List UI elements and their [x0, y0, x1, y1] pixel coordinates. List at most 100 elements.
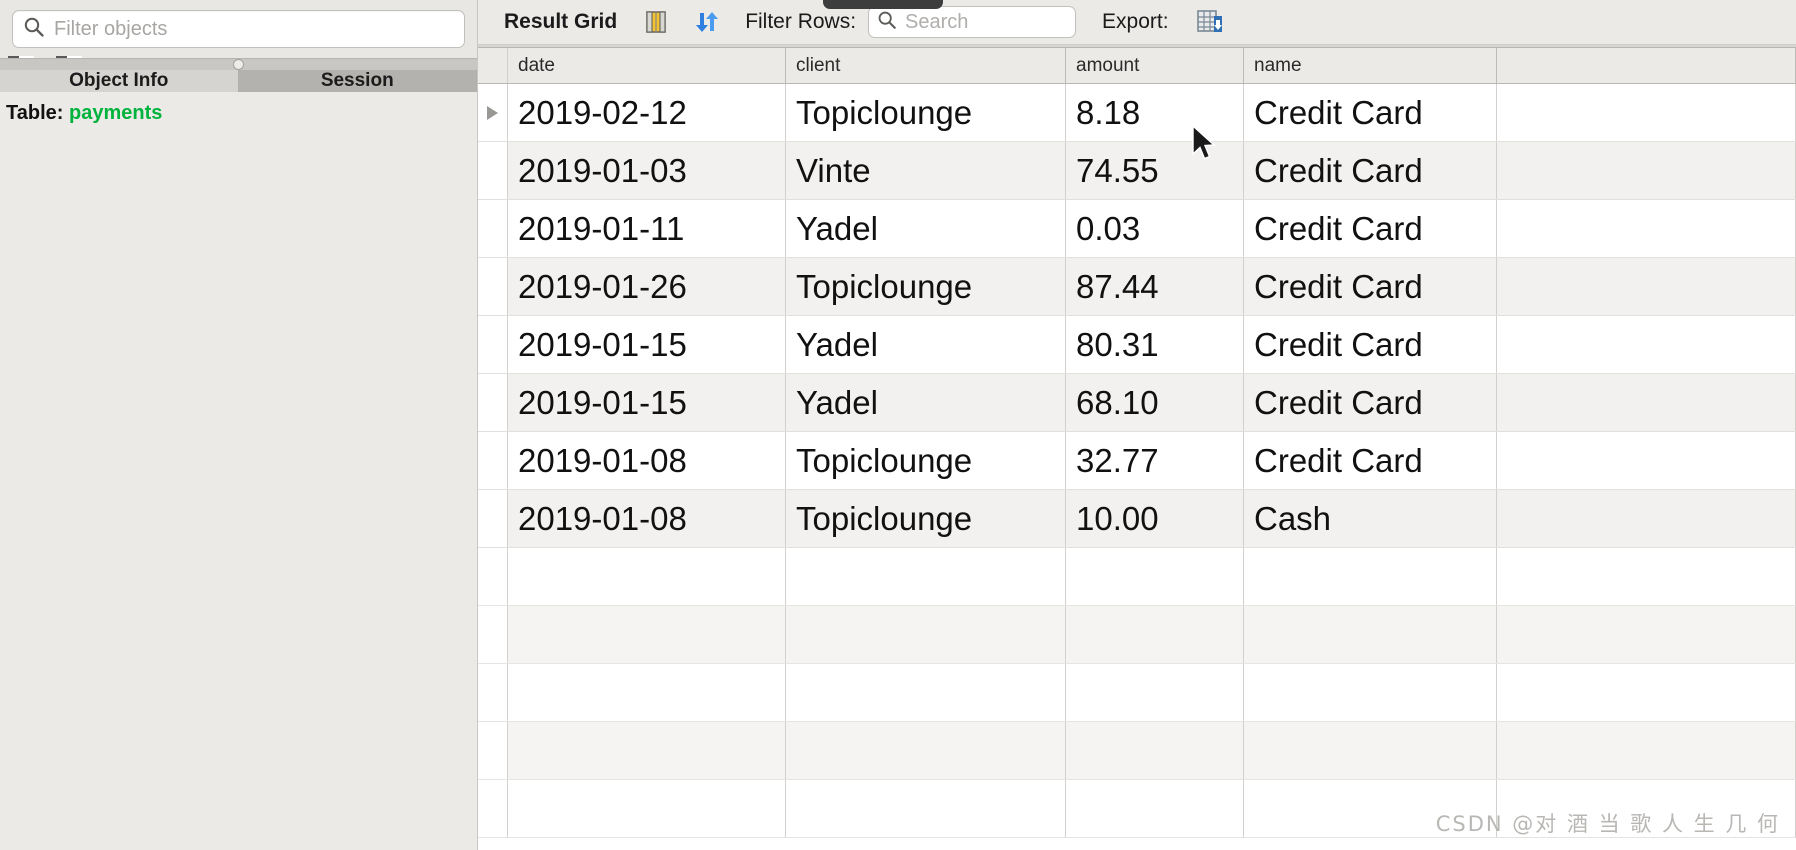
table-cell-name[interactable]: Credit Card: [1244, 84, 1497, 141]
table-cell-client[interactable]: Vinte: [786, 142, 1066, 199]
table-cell-name[interactable]: Credit Card: [1244, 316, 1497, 373]
empty-table-row[interactable]: [478, 664, 1796, 722]
sidebar-splitter[interactable]: [0, 58, 477, 70]
empty-table-cell-client[interactable]: [786, 606, 1066, 663]
table-cell-client[interactable]: Topiclounge: [786, 258, 1066, 315]
empty-table-cell-amount[interactable]: [1066, 722, 1244, 779]
row-gutter[interactable]: [478, 490, 508, 547]
empty-table-cell-client[interactable]: [786, 722, 1066, 779]
empty-table-cell-extra[interactable]: [1497, 548, 1796, 605]
empty-table-cell-amount[interactable]: [1066, 606, 1244, 663]
row-gutter[interactable]: [478, 258, 508, 315]
table-cell-client[interactable]: Topiclounge: [786, 84, 1066, 141]
grid-column-header-name[interactable]: name: [1244, 48, 1497, 83]
empty-table-cell-client[interactable]: [786, 664, 1066, 721]
table-cell-client[interactable]: Topiclounge: [786, 432, 1066, 489]
empty-table-cell-extra[interactable]: [1497, 606, 1796, 663]
table-cell-amount[interactable]: 80.31: [1066, 316, 1244, 373]
empty-table-cell-date[interactable]: [508, 606, 786, 663]
table-cell-client[interactable]: Yadel: [786, 200, 1066, 257]
row-gutter[interactable]: [478, 780, 508, 837]
table-cell-extra[interactable]: [1497, 374, 1796, 431]
refresh-icon[interactable]: [693, 9, 721, 35]
table-row[interactable]: 2019-01-11 Yadel 0.03 Credit Card: [478, 200, 1796, 258]
table-cell-amount[interactable]: 0.03: [1066, 200, 1244, 257]
table-cell-date[interactable]: 2019-01-08: [508, 432, 786, 489]
table-row[interactable]: 2019-02-12 Topiclounge 8.18 Credit Card: [478, 84, 1796, 142]
empty-table-cell-name[interactable]: [1244, 548, 1497, 605]
table-cell-amount[interactable]: 8.18: [1066, 84, 1244, 141]
table-cell-name[interactable]: Credit Card: [1244, 432, 1497, 489]
table-cell-client[interactable]: Yadel: [786, 316, 1066, 373]
row-gutter[interactable]: [478, 606, 508, 663]
export-save-icon[interactable]: [1195, 8, 1225, 36]
table-cell-extra[interactable]: [1497, 316, 1796, 373]
row-gutter[interactable]: [478, 374, 508, 431]
empty-table-cell-amount[interactable]: [1066, 548, 1244, 605]
grid-column-header-date[interactable]: date: [508, 48, 786, 83]
result-grid[interactable]: date client amount name 2019-02-12 Topicloun…: [478, 45, 1796, 850]
table-cell-name[interactable]: Credit Card: [1244, 374, 1497, 431]
table-cell-date[interactable]: 2019-01-26: [508, 258, 786, 315]
table-cell-extra[interactable]: [1497, 84, 1796, 141]
grid-column-header-client[interactable]: client: [786, 48, 1066, 83]
empty-table-cell-extra[interactable]: [1497, 664, 1796, 721]
row-gutter[interactable]: [478, 84, 508, 141]
empty-table-cell-extra[interactable]: [1497, 722, 1796, 779]
table-cell-date[interactable]: 2019-01-08: [508, 490, 786, 547]
table-cell-extra[interactable]: [1497, 258, 1796, 315]
empty-table-cell-name[interactable]: [1244, 722, 1497, 779]
empty-table-row[interactable]: [478, 548, 1796, 606]
empty-table-row[interactable]: [478, 606, 1796, 664]
table-cell-date[interactable]: 2019-01-03: [508, 142, 786, 199]
table-cell-amount[interactable]: 87.44: [1066, 258, 1244, 315]
table-cell-client[interactable]: Topiclounge: [786, 490, 1066, 547]
row-gutter[interactable]: [478, 200, 508, 257]
table-cell-extra[interactable]: [1497, 142, 1796, 199]
table-cell-amount[interactable]: 68.10: [1066, 374, 1244, 431]
table-cell-name[interactable]: Credit Card: [1244, 200, 1497, 257]
table-cell-name[interactable]: Credit Card: [1244, 258, 1497, 315]
table-cell-name[interactable]: Credit Card: [1244, 142, 1497, 199]
empty-table-cell-name[interactable]: [1244, 606, 1497, 663]
table-cell-date[interactable]: 2019-01-15: [508, 316, 786, 373]
sidebar-tab-session[interactable]: Session: [238, 70, 477, 92]
table-cell-extra[interactable]: [1497, 490, 1796, 547]
empty-table-row[interactable]: [478, 722, 1796, 780]
grid-body[interactable]: 2019-02-12 Topiclounge 8.18 Credit Card 2019…: [478, 84, 1796, 838]
sidebar-bottom-tabs[interactable]: Object Info Session: [0, 70, 477, 92]
empty-table-cell-amount[interactable]: [1066, 780, 1244, 837]
table-row[interactable]: 2019-01-08 Topiclounge 10.00 Cash: [478, 490, 1796, 548]
row-gutter[interactable]: [478, 664, 508, 721]
empty-table-cell-client[interactable]: [786, 780, 1066, 837]
grid-column-header-amount[interactable]: amount: [1066, 48, 1244, 83]
grid-column-header-extra[interactable]: [1497, 48, 1796, 83]
table-cell-extra[interactable]: [1497, 432, 1796, 489]
table-cell-amount[interactable]: 32.77: [1066, 432, 1244, 489]
splitter-grip-icon[interactable]: [233, 59, 244, 70]
filter-rows-search-box[interactable]: [868, 6, 1171, 38]
empty-table-cell-date[interactable]: [508, 780, 786, 837]
empty-table-cell-name[interactable]: [1244, 664, 1497, 721]
table-cell-extra[interactable]: [1497, 200, 1796, 257]
empty-table-cell-amount[interactable]: [1066, 664, 1244, 721]
grid-header-row[interactable]: date client amount name: [478, 48, 1796, 84]
table-row[interactable]: 2019-01-15 Yadel 80.31 Credit Card: [478, 316, 1796, 374]
row-gutter[interactable]: [478, 722, 508, 779]
row-gutter[interactable]: [478, 548, 508, 605]
empty-table-cell-date[interactable]: [508, 664, 786, 721]
filter-objects-box[interactable]: [12, 10, 465, 48]
table-cell-name[interactable]: Cash: [1244, 490, 1497, 547]
result-grid-icon[interactable]: [643, 9, 669, 35]
filter-objects-input[interactable]: [54, 17, 454, 41]
row-gutter[interactable]: [478, 316, 508, 373]
table-row[interactable]: 2019-01-15 Yadel 68.10 Credit Card: [478, 374, 1796, 432]
table-cell-date[interactable]: 2019-02-12: [508, 84, 786, 141]
row-gutter[interactable]: [478, 432, 508, 489]
table-cell-client[interactable]: Yadel: [786, 374, 1066, 431]
table-row[interactable]: 2019-01-26 Topiclounge 87.44 Credit Card: [478, 258, 1796, 316]
table-cell-amount[interactable]: 74.55: [1066, 142, 1244, 199]
empty-table-cell-date[interactable]: [508, 548, 786, 605]
table-cell-amount[interactable]: 10.00: [1066, 490, 1244, 547]
empty-table-cell-client[interactable]: [786, 548, 1066, 605]
